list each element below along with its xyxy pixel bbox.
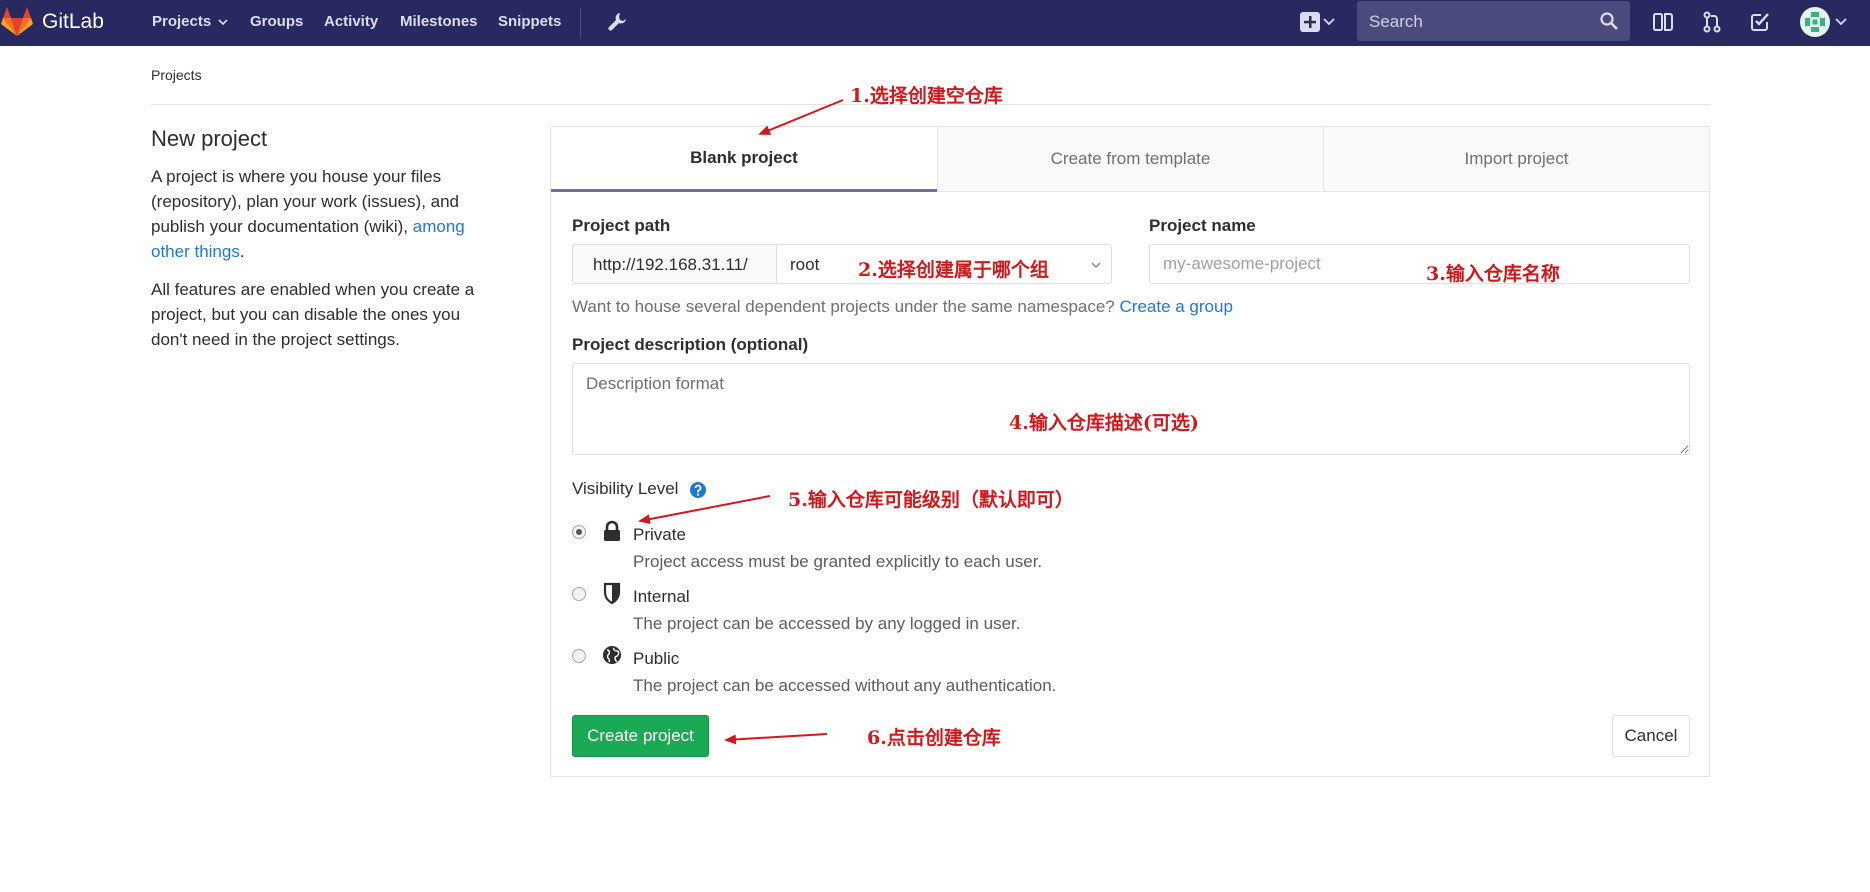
shield-icon	[603, 582, 621, 604]
visibility-public-label[interactable]: Public	[633, 649, 679, 669]
nav-projects[interactable]: Projects	[152, 13, 228, 30]
chevron-down-icon	[1091, 262, 1101, 269]
nav-activity[interactable]: Activity	[324, 13, 378, 30]
top-navbar: GitLab Projects Groups Activity Mileston…	[0, 0, 1870, 46]
visibility-internal-desc: The project can be accessed by any logge…	[633, 614, 1021, 633]
tab-create-from-template[interactable]: Create from template	[938, 127, 1323, 191]
gitlab-logo-icon[interactable]	[0, 5, 34, 39]
page-title: New project	[151, 126, 268, 151]
cancel-button[interactable]: Cancel	[1612, 715, 1690, 757]
project-path-label: Project path	[572, 216, 671, 235]
new-project-panel: Blank project Create from template Impor…	[550, 126, 1710, 777]
nav-groups[interactable]: Groups	[250, 13, 303, 30]
namespace-value: root	[790, 255, 820, 274]
visibility-private-radio[interactable]	[572, 525, 586, 539]
globe-icon	[603, 646, 621, 664]
search-box[interactable]	[1357, 1, 1630, 41]
project-path-prefix: http://192.168.31.11/	[572, 244, 777, 284]
new-item-icon[interactable]	[1298, 11, 1322, 33]
identicon-icon	[1805, 12, 1825, 32]
brand-name[interactable]: GitLab	[42, 10, 104, 34]
merge-request-icon[interactable]	[1700, 10, 1724, 34]
chevron-down-icon[interactable]	[1834, 14, 1848, 28]
annotation-step-2: 2.选择创建属于哪个组	[858, 259, 1049, 281]
group-help-text: Want to house several dependent projects…	[572, 297, 1233, 316]
tab-import-project[interactable]: Import project	[1324, 127, 1709, 191]
nav-snippets[interactable]: Snippets	[498, 13, 561, 30]
help-question-icon[interactable]	[689, 481, 707, 499]
tab-blank-project[interactable]: Blank project	[551, 127, 937, 192]
create-group-link[interactable]: Create a group	[1120, 297, 1233, 316]
chevron-down-icon[interactable]	[1322, 14, 1336, 28]
annotation-step-3: 3.输入仓库名称	[1426, 263, 1560, 285]
annotation-step-5: 5.输入仓库可能级别（默认即可）	[788, 489, 1074, 511]
visibility-private-label[interactable]: Private	[633, 525, 686, 545]
annotation-step-1: 1.选择创建空仓库	[850, 85, 1003, 107]
create-project-button[interactable]: Create project	[572, 715, 709, 757]
search-icon[interactable]	[1599, 11, 1619, 31]
visibility-private-desc: Project access must be granted explicitl…	[633, 552, 1043, 571]
project-name-label: Project name	[1149, 216, 1256, 235]
project-name-input[interactable]	[1149, 244, 1690, 284]
project-tabs: Blank project Create from template Impor…	[551, 127, 1709, 192]
annotation-step-4: 4.输入仓库描述(可选)	[1009, 412, 1199, 434]
sidebar-intro: A project is where you house your files …	[151, 167, 465, 261]
todo-check-icon[interactable]	[1748, 10, 1772, 34]
wrench-icon[interactable]	[605, 10, 629, 34]
nav-milestones[interactable]: Milestones	[400, 13, 478, 30]
project-description-label: Project description (optional)	[572, 335, 809, 354]
nav-divider	[580, 8, 581, 38]
visibility-internal-label[interactable]: Internal	[633, 587, 690, 607]
visibility-internal-radio[interactable]	[572, 587, 586, 601]
visibility-public-desc: The project can be accessed without any …	[633, 676, 1057, 695]
avatar[interactable]	[1800, 7, 1830, 37]
lock-icon	[604, 520, 620, 541]
visibility-public-radio[interactable]	[572, 649, 586, 663]
breadcrumb[interactable]: Projects	[151, 67, 202, 83]
visibility-level-label: Visibility Level	[572, 479, 679, 498]
sidebar-toggle-icon[interactable]	[1651, 10, 1675, 34]
chevron-down-icon	[218, 19, 228, 26]
search-input[interactable]	[1367, 10, 1591, 34]
sidebar-features-note: All features are enabled when you create…	[151, 280, 475, 349]
annotation-step-6: 6.点击创建仓库	[867, 727, 1001, 749]
